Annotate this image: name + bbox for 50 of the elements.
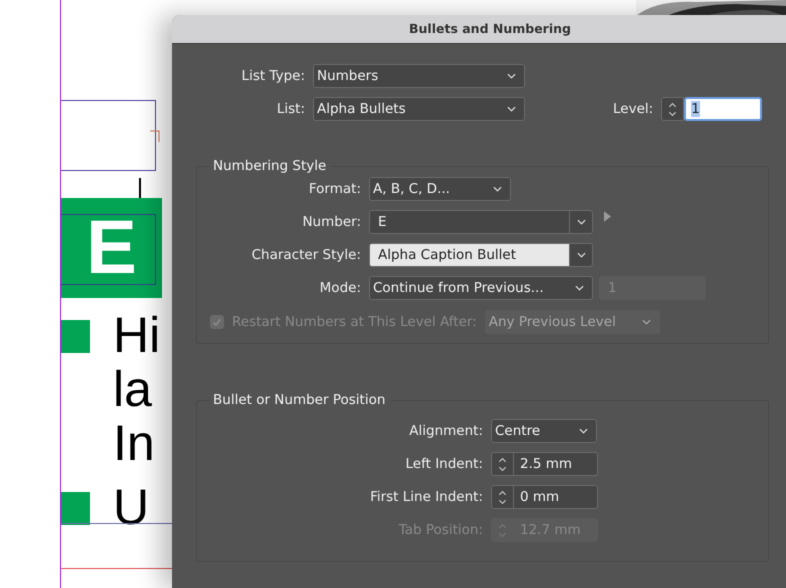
- field-label: Character Style:: [250, 247, 361, 263]
- group-title: Bullet or Number Position: [212, 392, 386, 408]
- bullet-square: [61, 492, 90, 525]
- mode-dropdown[interactable]: Continue from Previous...: [369, 276, 593, 300]
- chevron-icon: [575, 285, 584, 291]
- stepper-icon: [498, 456, 507, 472]
- body-text: la: [113, 362, 153, 416]
- body-text: U: [113, 480, 150, 534]
- dropdown-button[interactable]: [570, 210, 593, 234]
- chevron-icon: [579, 428, 588, 434]
- corner-mark-icon: [150, 130, 160, 142]
- character-style-field[interactable]: Alpha Caption Bullet: [369, 243, 570, 267]
- chevron-icon: [642, 319, 651, 325]
- field-label: Level:: [613, 101, 654, 117]
- field-label: First Line Indent:: [369, 489, 483, 505]
- stepper-icon: [498, 488, 507, 506]
- level-input[interactable]: 1: [684, 97, 762, 121]
- chevron-icon: [507, 106, 516, 112]
- measure-input[interactable]: 0 mm: [514, 485, 598, 509]
- field-label: Number:: [301, 214, 361, 230]
- number-field[interactable]: E: [369, 210, 570, 234]
- stepper-icon: [498, 522, 507, 538]
- stepper-button[interactable]: [491, 452, 514, 476]
- field-label: Alignment:: [408, 423, 483, 439]
- letter-badge: E: [61, 198, 162, 298]
- field-label: Left Indent:: [404, 456, 483, 472]
- field-label: Mode:: [318, 280, 361, 296]
- chevron-icon: [507, 73, 516, 79]
- body-text: Hi: [113, 308, 160, 362]
- stepper-button[interactable]: [661, 97, 684, 121]
- format-dropdown[interactable]: A, B, C, D...: [369, 177, 511, 201]
- window-title: Bullets and Numbering: [172, 15, 786, 44]
- bullet-square: [61, 320, 90, 353]
- field-label: Format:: [308, 181, 361, 197]
- field-label: List:: [276, 101, 305, 117]
- chevron-icon: [576, 219, 586, 225]
- dropdown-button[interactable]: [570, 243, 593, 267]
- body-text: In: [113, 416, 156, 470]
- measure-input[interactable]: 2.5 mm: [514, 452, 598, 476]
- list-type-dropdown[interactable]: Numbers: [313, 64, 525, 88]
- stepper-icon: [668, 100, 678, 118]
- checkmark-icon: [211, 316, 223, 328]
- chevron-icon: [576, 252, 586, 258]
- field-label: List Type:: [240, 68, 305, 84]
- list-dropdown[interactable]: Alpha Bullets: [313, 97, 525, 121]
- triangle-icon[interactable]: [604, 210, 611, 222]
- chevron-icon: [493, 186, 502, 192]
- stepper-button[interactable]: [491, 485, 514, 509]
- alignment-dropdown[interactable]: Centre: [491, 419, 597, 443]
- group-title: Numbering Style: [212, 158, 328, 174]
